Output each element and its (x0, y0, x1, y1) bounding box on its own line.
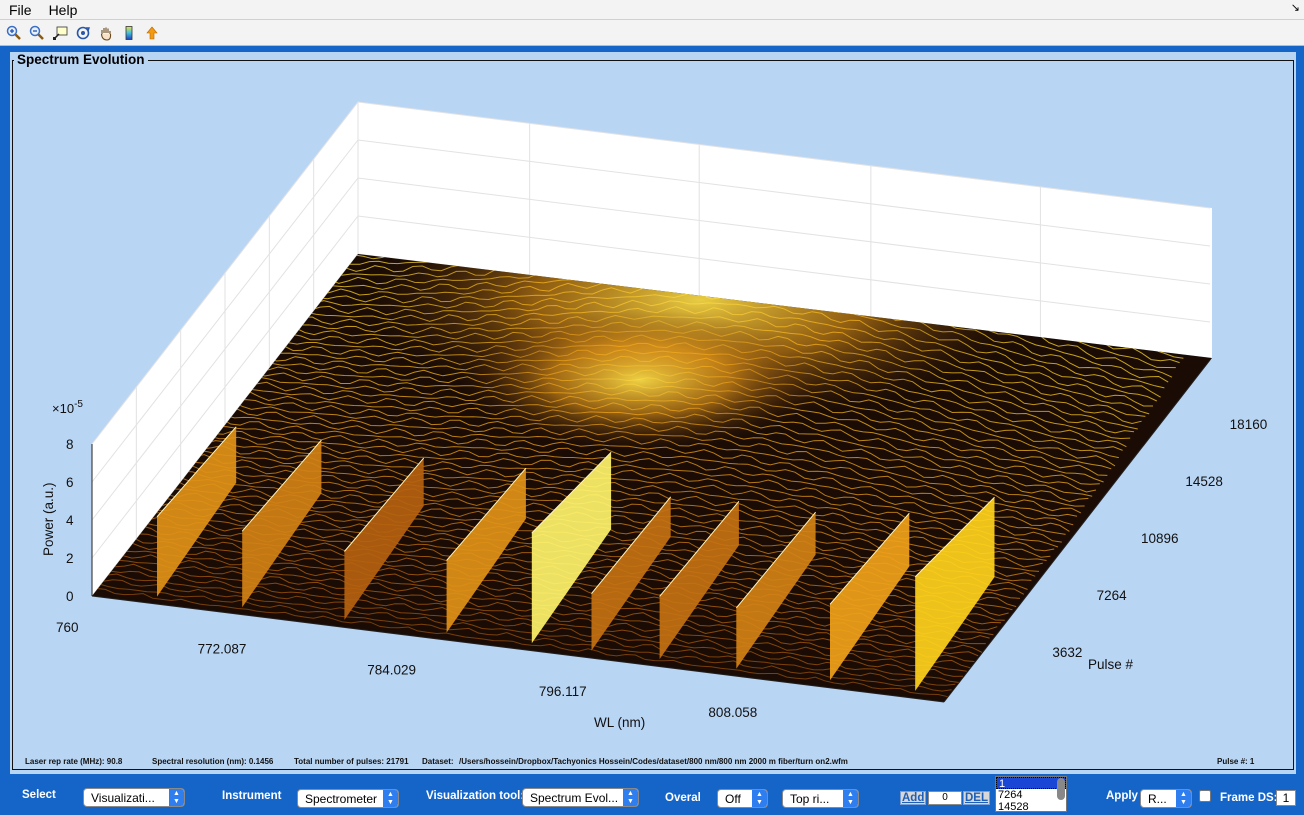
y-tick-label: 7264 (1097, 588, 1128, 603)
y-tick-label: 18160 (1230, 417, 1268, 432)
y-tick-label: 10896 (1141, 531, 1179, 546)
x-tick-label: 772.087 (198, 641, 247, 656)
x-tick-label: 796.117 (539, 684, 587, 699)
current-pulse-text: Pulse #: 1 (1217, 757, 1255, 766)
listbox-scrollbar[interactable] (1057, 778, 1065, 800)
y-axis-label: Pulse # (1088, 657, 1134, 672)
overal-label: Overal (665, 792, 701, 804)
instrument-dropdown[interactable]: Spectrometer ▲ ▼ (297, 789, 399, 808)
spectrum-waterfall-plot[interactable]: 0 2 4 6 8 760 772.087 784.029 796.117 808.058 3632… (0, 0, 1304, 776)
pulse-listbox[interactable]: 1 7264 14528 (995, 776, 1067, 812)
y-tick-label: 3632 (1052, 645, 1082, 660)
resolution-text: Spectral resolution (nm): 0.1456 (152, 757, 274, 766)
vis-tool-dropdown[interactable]: Spectrum Evol... ▲ ▼ (522, 788, 639, 807)
position-dropdown[interactable]: Top ri... ▲ ▼ (782, 789, 859, 808)
x-tick-label: 808.058 (708, 705, 757, 720)
delete-button[interactable]: DEL (963, 791, 990, 805)
x-axis-label: WL (nm) (594, 715, 645, 730)
chevron-updown-icon: ▲ ▼ (843, 790, 858, 807)
chevron-updown-icon: ▲ ▼ (1176, 790, 1191, 807)
surface-glow (460, 310, 820, 450)
pulse-count-text: Total number of pulses: 21791 (294, 757, 409, 766)
z-tick-label: 2 (66, 551, 74, 566)
z-axis-label: Power (a.u.) (41, 482, 56, 556)
x-tick-label: 760 (56, 620, 79, 635)
x-tick-label: 784.029 (367, 662, 416, 677)
z-exponent: ×10-5 (52, 399, 83, 416)
y-tick-label: 14528 (1185, 474, 1223, 489)
select-label: Select (22, 789, 56, 801)
z-tick-label: 4 (66, 513, 74, 528)
frame-ds-label: Frame DS: (1220, 792, 1278, 804)
list-item[interactable]: 7264 (996, 789, 1066, 801)
apply-dropdown-value: R... (1148, 791, 1167, 806)
apply-dropdown[interactable]: R... ▲ ▼ (1140, 789, 1192, 808)
dataset-label: Dataset: (422, 757, 454, 766)
chevron-updown-icon: ▲ ▼ (169, 789, 184, 806)
vis-tool-label: Visualization tool: (426, 790, 525, 802)
vis-tool-dropdown-value: Spectrum Evol... (530, 790, 619, 805)
list-item[interactable]: 1 (996, 777, 1066, 790)
list-item[interactable]: 14528 (996, 801, 1066, 811)
select-dropdown-value: Visualizati... (91, 790, 155, 805)
apply-label: Apply (1106, 790, 1138, 802)
add-value-field[interactable]: 0 (928, 791, 962, 805)
overal-dropdown-value: Off (725, 791, 741, 806)
dataset-path: /Users/hossein/Dropbox/Tachyonics Hossei… (459, 757, 848, 766)
overal-dropdown[interactable]: Off ▲ ▼ (717, 789, 768, 808)
chevron-updown-icon: ▲ ▼ (752, 790, 767, 807)
z-tick-label: 0 (66, 589, 74, 604)
add-button[interactable]: Add (900, 791, 927, 805)
instrument-dropdown-value: Spectrometer (305, 791, 378, 806)
chevron-updown-icon: ▲ ▼ (623, 789, 638, 806)
position-dropdown-value: Top ri... (790, 791, 830, 806)
z-tick-label: 8 (66, 437, 74, 452)
frame-ds-field[interactable]: 1 (1276, 790, 1296, 806)
instrument-label: Instrument (222, 790, 282, 802)
chevron-updown-icon: ▲ ▼ (383, 790, 398, 807)
z-tick-label: 6 (66, 475, 74, 490)
select-dropdown[interactable]: Visualizati... ▲ ▼ (83, 788, 185, 807)
rep-rate-text: Laser rep rate (MHz): 90.8 (25, 757, 123, 766)
frame-ds-checkbox[interactable] (1199, 790, 1211, 802)
